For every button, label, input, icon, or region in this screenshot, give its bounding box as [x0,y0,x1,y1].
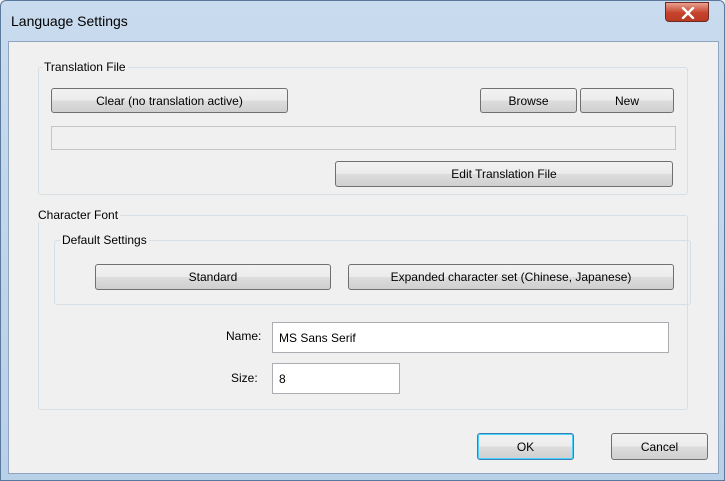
font-size-label: Size: [231,371,258,385]
standard-font-button[interactable]: Standard [95,264,331,290]
close-button[interactable] [665,2,709,22]
translation-path-field[interactable] [51,126,676,150]
font-size-field[interactable] [272,363,400,394]
title-bar[interactable]: Language Settings [1,1,724,41]
font-name-label: Name: [226,329,262,343]
cancel-button[interactable]: Cancel [611,433,708,460]
translation-file-group-label: Translation File [42,60,128,74]
edit-translation-file-button[interactable]: Edit Translation File [335,161,673,187]
expanded-charset-button[interactable]: Expanded character set (Chinese, Japanes… [348,264,674,290]
dialog-client-area: Translation File Clear (no translation a… [8,41,719,474]
default-settings-group-label: Default Settings [60,233,149,247]
window-title: Language Settings [11,13,128,29]
close-icon [681,7,695,19]
ok-button[interactable]: OK [477,433,574,460]
dialog-window: Language Settings Translation File Clear… [0,0,725,481]
clear-translation-button[interactable]: Clear (no translation active) [51,88,288,113]
character-font-group-label: Character Font [36,208,121,222]
new-button[interactable]: New [580,88,674,113]
browse-button[interactable]: Browse [480,88,577,113]
font-name-field[interactable] [272,322,669,353]
